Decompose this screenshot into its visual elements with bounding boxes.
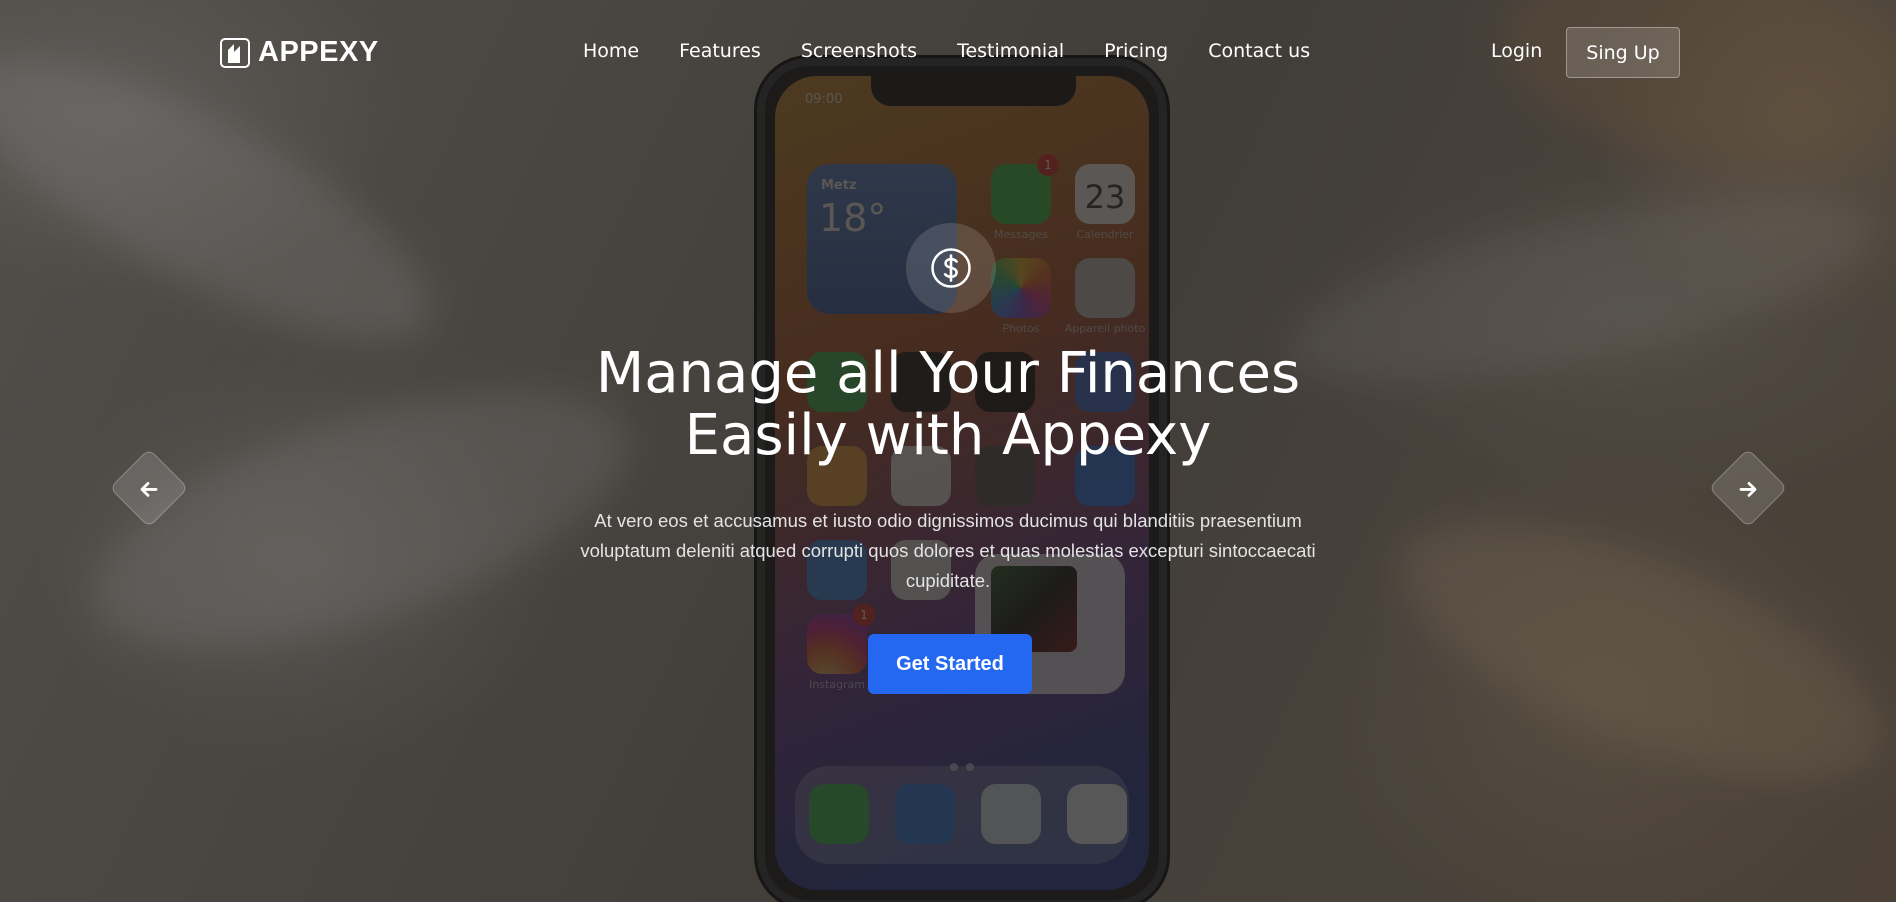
hero-description: At vero eos et accusamus et iusto odio d… bbox=[580, 510, 1316, 591]
brand-name: APPEXY bbox=[258, 36, 379, 68]
signup-button[interactable]: Sing Up bbox=[1566, 27, 1680, 78]
nav-item-contact[interactable]: Contact us bbox=[1208, 40, 1310, 62]
get-started-button[interactable]: Get Started bbox=[868, 634, 1032, 694]
brand-logo[interactable]: APPEXY bbox=[220, 36, 379, 69]
nav-item-pricing[interactable]: Pricing bbox=[1104, 40, 1168, 62]
dollar-icon bbox=[906, 223, 996, 313]
arrow-right-icon bbox=[1739, 482, 1757, 497]
nav-item-home[interactable]: Home bbox=[583, 40, 639, 62]
site-header: APPEXY Home Features Screenshots Testimo… bbox=[0, 0, 1896, 108]
login-link[interactable]: Login bbox=[1491, 40, 1542, 62]
hero-title: Manage all Your Finances Easily with App… bbox=[548, 343, 1348, 467]
main-nav: Home Features Screenshots Testimonial Pr… bbox=[583, 40, 1310, 62]
nav-item-testimonial[interactable]: Testimonial bbox=[957, 40, 1064, 62]
hero-title-line-2: Easily with Appexy bbox=[684, 403, 1212, 468]
nav-item-screenshots[interactable]: Screenshots bbox=[801, 40, 917, 62]
nav-item-features[interactable]: Features bbox=[679, 40, 761, 62]
hero-title-line-1: Manage all Your Finances bbox=[595, 341, 1301, 406]
logo-mark-icon bbox=[220, 37, 250, 68]
arrow-left-icon bbox=[140, 482, 158, 497]
